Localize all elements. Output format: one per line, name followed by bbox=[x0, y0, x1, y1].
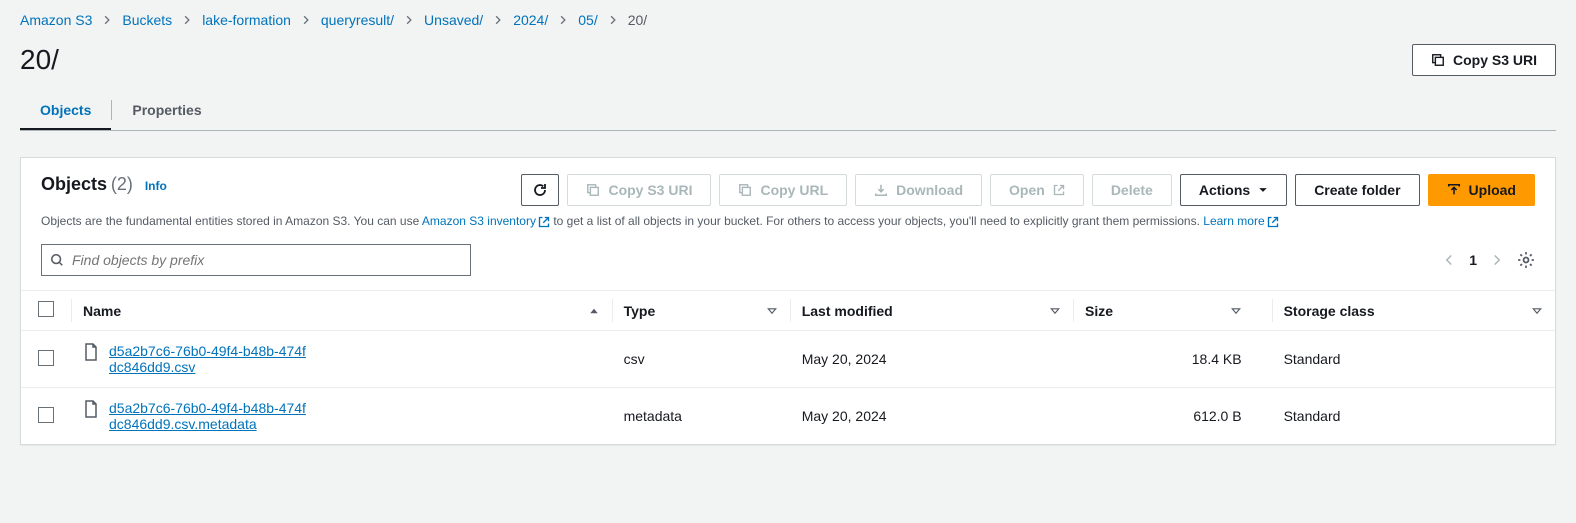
download-icon bbox=[874, 183, 888, 197]
panel-description: Objects are the fundamental entities sto… bbox=[21, 212, 1555, 240]
search-input[interactable] bbox=[70, 251, 462, 269]
copy-s3-uri-button[interactable]: Copy S3 URI bbox=[1412, 44, 1556, 76]
copy-icon bbox=[586, 183, 600, 197]
copy-s3-uri-label: Copy S3 URI bbox=[608, 182, 692, 198]
table-row: d5a2b7c6-76b0-49f4-b48b-474fdc846dd9.csv… bbox=[21, 388, 1555, 445]
col-last-modified[interactable]: Last modified bbox=[802, 303, 893, 319]
actions-label: Actions bbox=[1199, 182, 1250, 198]
delete-label: Delete bbox=[1111, 182, 1153, 198]
actions-button[interactable]: Actions bbox=[1180, 174, 1287, 206]
tabs: Objects Properties bbox=[20, 90, 1556, 131]
copy-s3-uri-label: Copy S3 URI bbox=[1453, 52, 1537, 68]
desc-text: Objects are the fundamental entities sto… bbox=[41, 214, 422, 228]
copy-s3-uri-button-disabled: Copy S3 URI bbox=[567, 174, 711, 206]
cell-last-modified: May 20, 2024 bbox=[790, 331, 1073, 388]
chevron-right-icon bbox=[182, 15, 192, 25]
prev-page-button bbox=[1443, 254, 1455, 266]
search-input-wrapper[interactable] bbox=[41, 244, 471, 276]
panel-title: Objects bbox=[41, 174, 107, 194]
breadcrumb-link[interactable]: 2024/ bbox=[513, 12, 548, 28]
open-button-disabled: Open bbox=[990, 174, 1084, 206]
filter-icon[interactable] bbox=[1531, 305, 1543, 317]
table-row: d5a2b7c6-76b0-49f4-b48b-474fdc846dd9.csv… bbox=[21, 331, 1555, 388]
cell-last-modified: May 20, 2024 bbox=[790, 388, 1073, 445]
copy-url-button-disabled: Copy URL bbox=[719, 174, 847, 206]
page-number: 1 bbox=[1469, 252, 1477, 268]
copy-icon bbox=[1431, 53, 1445, 67]
tab-properties[interactable]: Properties bbox=[112, 90, 221, 130]
inventory-link[interactable]: Amazon S3 inventory bbox=[422, 214, 550, 228]
pager: 1 bbox=[1443, 251, 1535, 269]
breadcrumb-link[interactable]: queryresult/ bbox=[321, 12, 394, 28]
cell-type: csv bbox=[612, 331, 790, 388]
row-checkbox[interactable] bbox=[38, 350, 54, 366]
upload-icon bbox=[1447, 183, 1461, 197]
refresh-icon bbox=[532, 182, 548, 198]
chevron-right-icon bbox=[301, 15, 311, 25]
upload-button[interactable]: Upload bbox=[1428, 174, 1535, 206]
open-label: Open bbox=[1009, 182, 1045, 198]
refresh-button[interactable] bbox=[521, 174, 559, 206]
breadcrumb-link[interactable]: 05/ bbox=[578, 12, 597, 28]
copy-url-label: Copy URL bbox=[760, 182, 828, 198]
col-size[interactable]: Size bbox=[1085, 303, 1226, 319]
col-name[interactable]: Name bbox=[83, 303, 121, 319]
col-type[interactable]: Type bbox=[624, 303, 656, 319]
chevron-right-icon bbox=[102, 15, 112, 25]
file-icon bbox=[83, 343, 99, 361]
create-folder-label: Create folder bbox=[1314, 182, 1400, 198]
toolbar: Copy S3 URI Copy URL Download Open Delet… bbox=[521, 174, 1535, 206]
inventory-link-label: Amazon S3 inventory bbox=[422, 214, 536, 228]
external-link-icon bbox=[538, 216, 550, 228]
breadcrumb-link[interactable]: Buckets bbox=[122, 12, 172, 28]
chevron-right-icon bbox=[558, 15, 568, 25]
next-page-button bbox=[1491, 254, 1503, 266]
page-title: 20/ bbox=[20, 44, 59, 76]
info-link[interactable]: Info bbox=[145, 179, 167, 193]
breadcrumb-link[interactable]: Unsaved/ bbox=[424, 12, 483, 28]
search-icon bbox=[50, 253, 64, 267]
row-checkbox[interactable] bbox=[38, 407, 54, 423]
chevron-right-icon bbox=[608, 15, 618, 25]
chevron-right-icon bbox=[404, 15, 414, 25]
cell-type: metadata bbox=[612, 388, 790, 445]
learn-more-label: Learn more bbox=[1203, 214, 1264, 228]
cell-storage-class: Standard bbox=[1272, 331, 1555, 388]
external-link-icon bbox=[1267, 216, 1279, 228]
learn-more-link[interactable]: Learn more bbox=[1203, 214, 1278, 228]
cell-size: 18.4 KB bbox=[1073, 331, 1272, 388]
objects-table: Name Type Last modified bbox=[21, 290, 1555, 444]
desc-text: to get a list of all objects in your buc… bbox=[553, 214, 1203, 228]
sort-asc-icon[interactable] bbox=[588, 305, 600, 317]
tab-objects[interactable]: Objects bbox=[20, 90, 111, 130]
select-all-checkbox[interactable] bbox=[38, 301, 54, 317]
breadcrumb-link[interactable]: lake-formation bbox=[202, 12, 291, 28]
panel-count: (2) bbox=[111, 174, 133, 194]
settings-button[interactable] bbox=[1517, 251, 1535, 269]
object-name-link[interactable]: d5a2b7c6-76b0-49f4-b48b-474fdc846dd9.csv bbox=[109, 343, 309, 375]
caret-down-icon bbox=[1258, 185, 1268, 195]
filter-icon[interactable] bbox=[1049, 305, 1061, 317]
objects-panel: Objects (2) Info Copy S3 URI Copy URL bbox=[20, 157, 1556, 445]
file-icon bbox=[83, 400, 99, 418]
filter-icon[interactable] bbox=[766, 305, 778, 317]
filter-icon[interactable] bbox=[1230, 305, 1242, 317]
cell-size: 612.0 B bbox=[1073, 388, 1272, 445]
object-name-link[interactable]: d5a2b7c6-76b0-49f4-b48b-474fdc846dd9.csv… bbox=[109, 400, 309, 432]
download-label: Download bbox=[896, 182, 963, 198]
chevron-right-icon bbox=[493, 15, 503, 25]
download-button-disabled: Download bbox=[855, 174, 982, 206]
cell-storage-class: Standard bbox=[1272, 388, 1555, 445]
external-link-icon bbox=[1053, 184, 1065, 196]
upload-label: Upload bbox=[1469, 182, 1516, 198]
create-folder-button[interactable]: Create folder bbox=[1295, 174, 1419, 206]
breadcrumb-link[interactable]: Amazon S3 bbox=[20, 12, 92, 28]
copy-icon bbox=[738, 183, 752, 197]
col-storage-class[interactable]: Storage class bbox=[1284, 303, 1375, 319]
breadcrumb-current: 20/ bbox=[628, 12, 647, 28]
delete-button-disabled: Delete bbox=[1092, 174, 1172, 206]
breadcrumb: Amazon S3 Buckets lake-formation queryre… bbox=[20, 10, 1556, 34]
